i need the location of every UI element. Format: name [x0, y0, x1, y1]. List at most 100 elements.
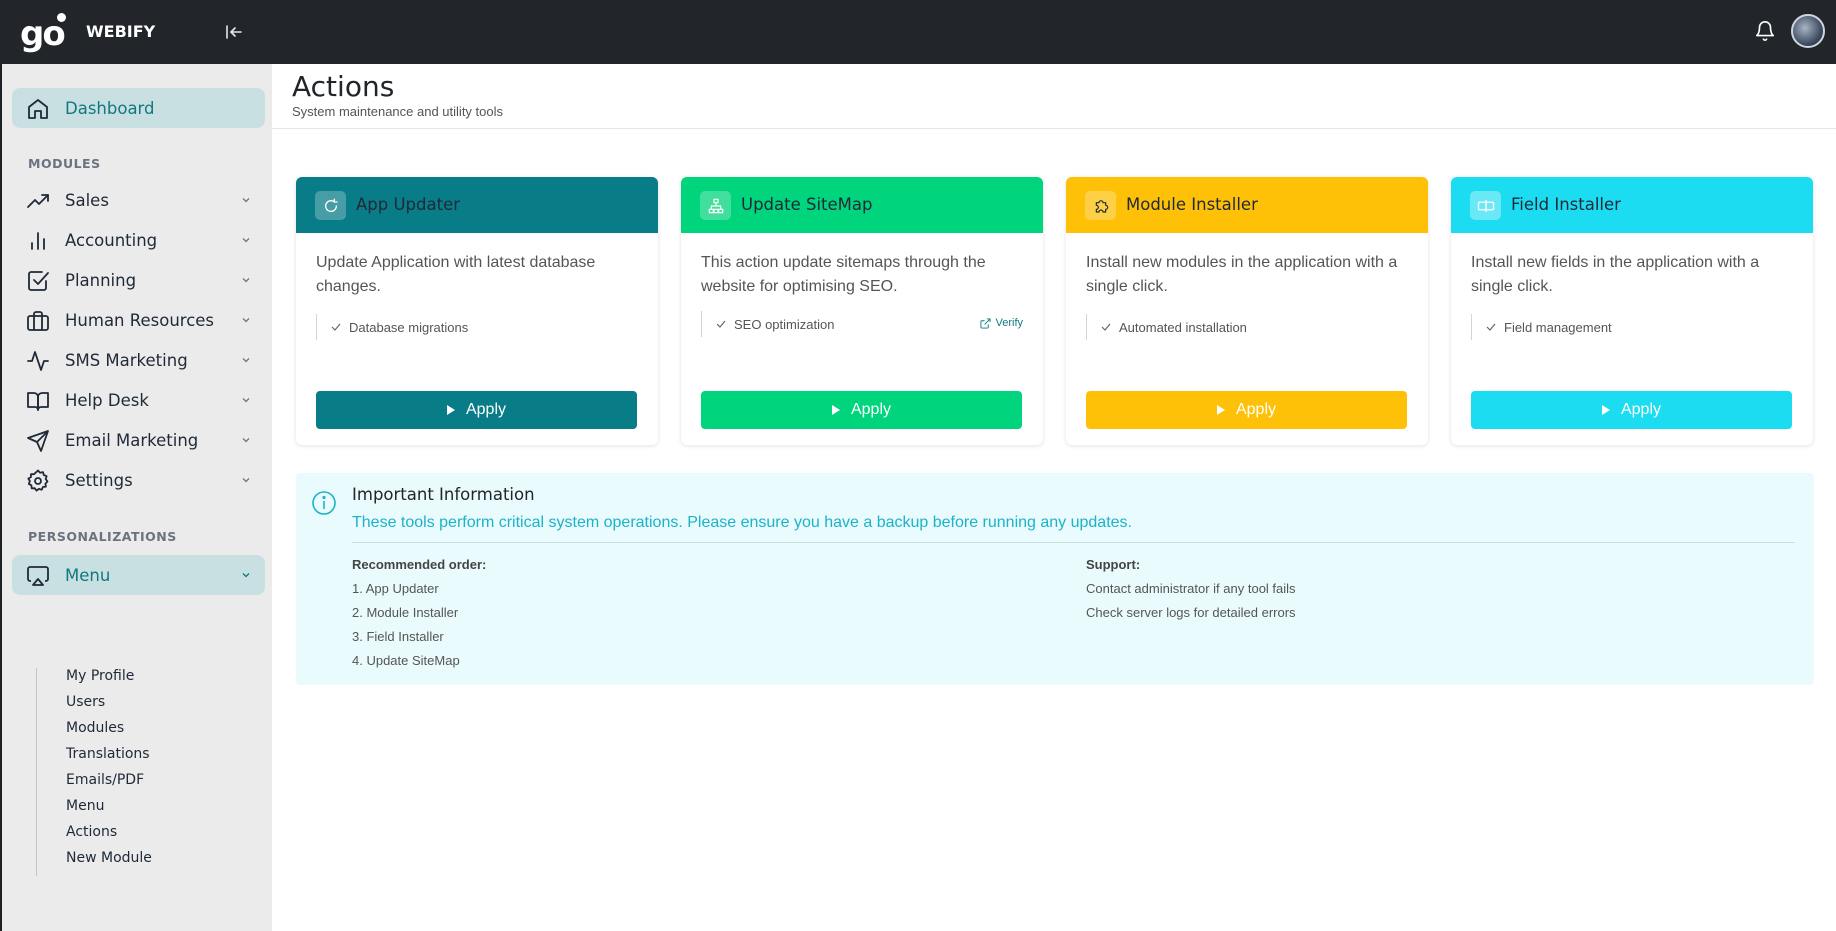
section-title-modules: MODULES	[28, 156, 101, 171]
order-item: 4. Update SiteMap	[352, 653, 460, 668]
feature-label: SEO optimization	[734, 316, 835, 332]
sidebar-item-accounting[interactable]: Accounting	[12, 220, 265, 260]
card-header: Field Installer	[1451, 177, 1813, 233]
sidebar-item-human-resources[interactable]: Human Resources	[12, 300, 265, 340]
check-icon	[1101, 323, 1111, 331]
sidebar-item-menu[interactable]: Menu	[12, 555, 265, 595]
bar-chart-icon	[31, 232, 45, 250]
card-icon	[1085, 191, 1116, 220]
submenu-item-my-profile[interactable]: My Profile	[66, 668, 134, 684]
sidebar-item-label: Sales	[65, 190, 109, 210]
order-item: 1. App Updater	[352, 581, 439, 596]
logo-dot	[57, 13, 66, 22]
home-icon	[28, 99, 48, 119]
trending-up-icon	[27, 194, 49, 208]
sidebar-item-email-marketing[interactable]: Email Marketing	[12, 420, 265, 460]
card-feature: SEO optimization	[701, 311, 834, 337]
card-title: Module Installer	[1126, 195, 1258, 214]
collapse-left-icon	[226, 25, 242, 39]
card-feature: Automated installation	[1086, 314, 1247, 340]
section-title-personalizations: PERSONALIZATIONS	[28, 529, 177, 544]
activity-icon	[27, 351, 49, 371]
chevron-down-icon	[242, 398, 250, 403]
page-title: Actions	[292, 70, 395, 103]
sidebar-item-sms-marketing[interactable]: SMS Marketing	[12, 340, 265, 380]
info-text: These tools perform critical system oper…	[352, 514, 1132, 531]
order-item: 3. Field Installer	[352, 629, 444, 644]
card-feature: Database migrations	[316, 314, 468, 340]
chevron-down-icon	[242, 318, 250, 323]
sidebar-item-dashboard[interactable]: Dashboard	[12, 88, 265, 128]
button-label: Apply	[1620, 401, 1662, 418]
top-bar: go WEBIFY	[0, 0, 1836, 64]
button-label: Apply	[465, 401, 507, 418]
card-title: App Updater	[356, 195, 461, 214]
submenu-item-modules[interactable]: Modules	[66, 720, 124, 736]
header-divider	[272, 128, 1836, 129]
page-subtitle: System maintenance and utility tools	[292, 104, 503, 119]
feature-label: Automated installation	[1119, 319, 1247, 335]
sidebar-item-planning[interactable]: Planning	[12, 260, 265, 300]
brand-name: WEBIFY	[86, 22, 156, 41]
card-field-installer: Field Installer Install new fields in th…	[1451, 177, 1813, 445]
check-icon	[716, 320, 726, 328]
info-icon	[312, 491, 336, 515]
submenu-item-new-module[interactable]: New Module	[66, 850, 152, 866]
chevron-down-icon	[242, 238, 250, 243]
input-field-icon	[1477, 199, 1494, 212]
order-item: 2. Module Installer	[352, 605, 459, 620]
checkbox-icon	[28, 271, 49, 291]
menu-submenu: My Profile Users Modules Translations Em…	[36, 668, 236, 876]
sidebar-item-settings[interactable]: Settings	[12, 460, 265, 500]
verify-link[interactable]: Verify	[980, 317, 1023, 329]
main-content: Actions System maintenance and utility t…	[272, 64, 1836, 931]
chevron-down-icon	[242, 358, 250, 363]
card-module-installer: Module Installer Install new modules in …	[1066, 177, 1428, 445]
feature-label: Database migrations	[349, 319, 469, 335]
card-app-updater: App Updater Update Application with late…	[296, 177, 658, 445]
collapse-sidebar-button[interactable]	[222, 20, 246, 44]
notifications-button[interactable]	[1754, 20, 1776, 42]
briefcase-icon	[27, 311, 49, 331]
chevron-down-icon	[242, 478, 250, 483]
sidebar-item-label: SMS Marketing	[65, 350, 188, 370]
submenu-item-actions[interactable]: Actions	[66, 824, 117, 840]
apply-field-installer-button[interactable]: Apply	[1471, 391, 1792, 429]
play-icon	[446, 405, 455, 415]
apply-module-installer-button[interactable]: Apply	[1086, 391, 1407, 429]
feature-label: Field management	[1504, 319, 1612, 335]
card-icon	[700, 191, 731, 220]
chevron-down-icon	[242, 198, 250, 203]
puzzle-icon	[1095, 199, 1108, 213]
submenu-item-users[interactable]: Users	[66, 694, 105, 710]
card-description: Install new fields in the application wi…	[1471, 254, 1760, 295]
apply-app-updater-button[interactable]: Apply	[316, 391, 637, 429]
sidebar-item-label: Email Marketing	[65, 430, 199, 450]
sidebar-item-sales[interactable]: Sales	[12, 180, 265, 220]
chevron-down-icon	[242, 438, 250, 443]
check-icon	[1486, 323, 1496, 331]
card-description: Update Application with latest database …	[316, 254, 596, 295]
sidebar-item-label: Planning	[65, 270, 137, 290]
sidebar-item-label: Menu	[65, 565, 111, 585]
submenu-item-translations[interactable]: Translations	[66, 746, 150, 762]
apply-update-sitemap-button[interactable]: Apply	[701, 391, 1022, 429]
support-item: Check server logs for detailed errors	[1086, 605, 1296, 620]
card-header: Module Installer	[1066, 177, 1428, 233]
play-icon	[831, 405, 840, 415]
play-icon	[1216, 405, 1225, 415]
sidebar-item-label: Accounting	[65, 230, 158, 250]
card-header: Update SiteMap	[681, 177, 1043, 233]
submenu-item-emails-pdf[interactable]: Emails/PDF	[66, 772, 144, 788]
submenu-item-menu[interactable]: Menu	[66, 798, 104, 814]
verify-label: Verify	[995, 317, 1023, 329]
button-label: Apply	[1235, 401, 1277, 418]
user-avatar[interactable]	[1791, 14, 1825, 48]
card-description: This action update sitemaps through the …	[701, 254, 986, 295]
play-icon	[1601, 405, 1610, 415]
logo[interactable]: go	[20, 12, 72, 54]
bell-icon	[1755, 21, 1775, 41]
send-icon	[27, 430, 49, 452]
card-description: Install new modules in the application w…	[1086, 254, 1398, 295]
sidebar-item-help-desk[interactable]: Help Desk	[12, 380, 265, 420]
